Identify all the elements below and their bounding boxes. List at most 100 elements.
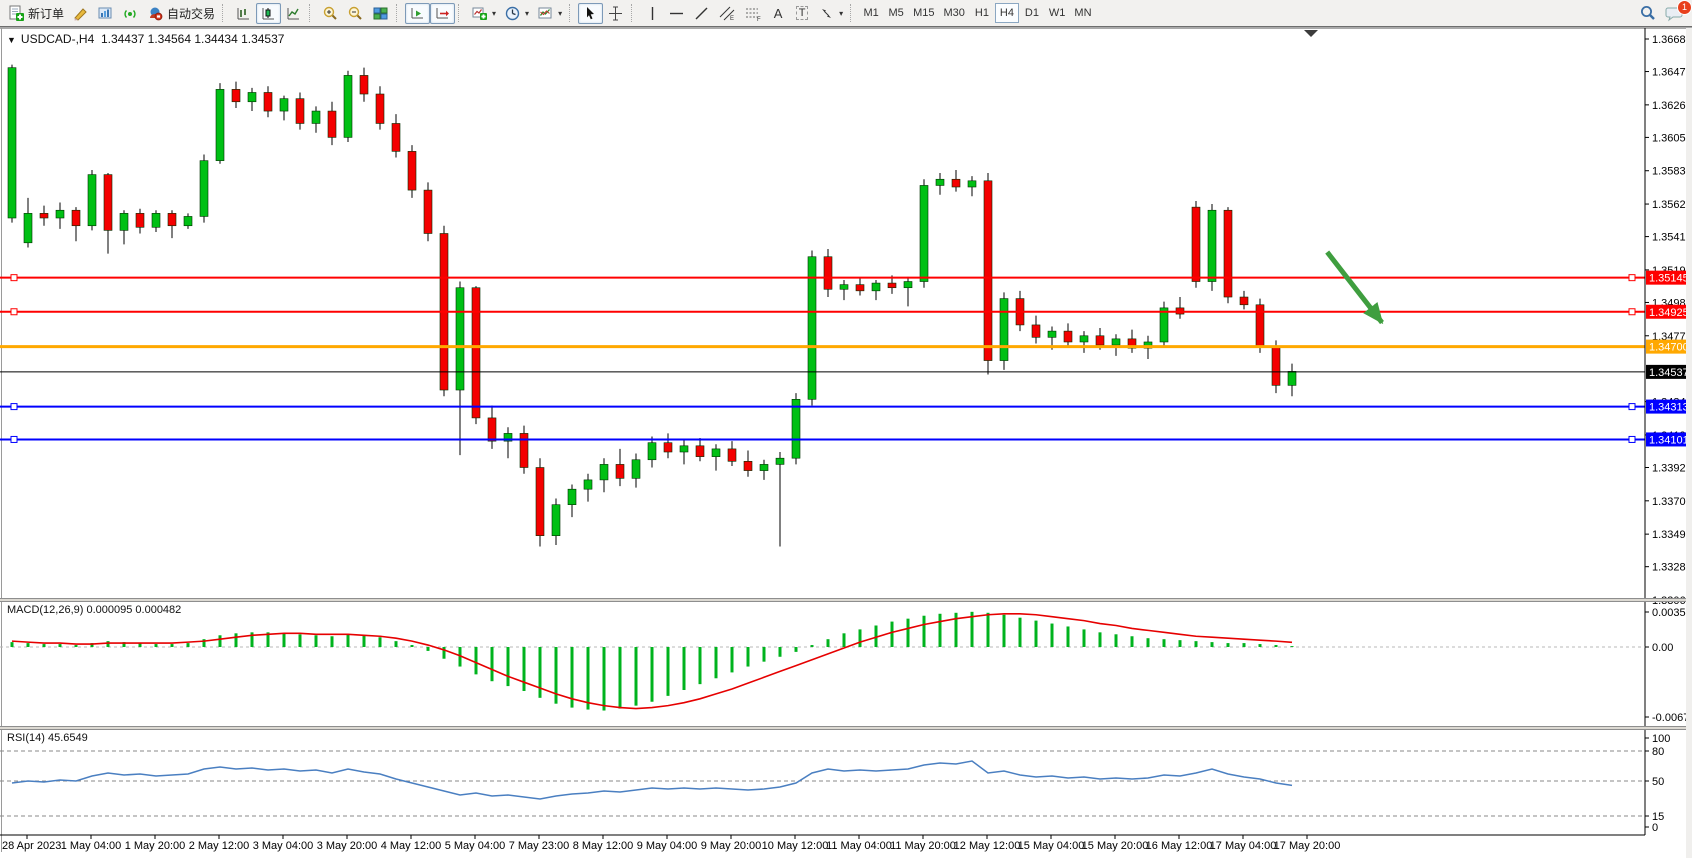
periods-button[interactable]: ▾ <box>500 3 533 24</box>
timeframe-w1-button[interactable]: W1 <box>1045 3 1070 23</box>
text-button[interactable]: A <box>766 3 790 24</box>
panel-splitter-1[interactable] <box>0 599 1692 601</box>
time-axis-label: 11 May 04:00 <box>826 840 892 852</box>
hline-handle-right[interactable] <box>1629 275 1635 281</box>
timeframe-m1-button[interactable]: M1 <box>859 3 883 23</box>
hline-handle-left[interactable] <box>11 436 17 442</box>
chart-canvas[interactable]: 1.366851.364751.362601.360501.358351.356… <box>0 0 1692 858</box>
candlestick-chart-icon <box>260 5 277 22</box>
charts-button[interactable] <box>93 3 118 24</box>
toolbar-separator <box>631 4 637 22</box>
rsi-axis-label: 100 <box>1652 733 1670 745</box>
candlestick <box>264 92 272 111</box>
candlestick <box>1112 339 1120 345</box>
candlestick <box>200 161 208 217</box>
indicators-button[interactable]: ▾ <box>467 3 500 24</box>
time-axis-label: 3 May 20:00 <box>317 840 378 852</box>
candlestick <box>984 181 992 361</box>
trendline-button[interactable] <box>689 3 714 24</box>
price-flag-label: 1.34313 <box>1649 402 1689 414</box>
notification-badge: 1 <box>1677 0 1692 15</box>
timeframe-h1-button[interactable]: H1 <box>970 3 994 23</box>
candlestick <box>824 257 832 290</box>
candlestick <box>1160 308 1168 342</box>
candlestick <box>936 179 944 185</box>
zoom-out-button[interactable] <box>343 3 368 24</box>
templates-icon <box>537 5 554 22</box>
candlestick <box>408 151 416 190</box>
candlestick <box>1224 210 1232 297</box>
candlestick <box>712 449 720 457</box>
hline-handle-right[interactable] <box>1629 309 1635 315</box>
candlestick <box>968 181 976 187</box>
toolbar-separator <box>569 4 575 22</box>
chart-shift-button[interactable] <box>430 3 455 24</box>
line-chart-button[interactable] <box>281 3 306 24</box>
timeframe-m5-button[interactable]: M5 <box>884 3 908 23</box>
hline-handle-left[interactable] <box>11 309 17 315</box>
tile-windows-button[interactable] <box>368 3 393 24</box>
candlestick <box>1080 336 1088 342</box>
fibonacci-button[interactable]: F <box>740 3 766 24</box>
chart-ohlc-values: 1.34437 1.34564 1.34434 1.34537 <box>101 32 285 46</box>
templates-button[interactable]: ▾ <box>533 3 566 24</box>
rsi-indicator-label: RSI(14) 45.6549 <box>7 732 88 744</box>
candlestick <box>296 99 304 124</box>
horizontal-line-button[interactable] <box>664 3 689 24</box>
timeframe-mn-button[interactable]: MN <box>1070 3 1095 23</box>
auto-scroll-icon <box>409 5 426 22</box>
hline-handle-left[interactable] <box>11 275 17 281</box>
auto-trading-button[interactable]: 自动交易 <box>143 3 219 24</box>
auto-trading-icon <box>147 5 164 22</box>
hline-handle-right[interactable] <box>1629 404 1635 410</box>
line-chart-icon <box>285 5 302 22</box>
crayon-button[interactable] <box>68 3 93 24</box>
equidistant-channel-button[interactable]: E <box>714 3 740 24</box>
trendline-icon <box>693 5 710 22</box>
candlestick <box>952 179 960 187</box>
timeframe-m30-button[interactable]: M30 <box>940 3 969 23</box>
auto-scroll-button[interactable] <box>405 3 430 24</box>
candlestick <box>1240 297 1248 305</box>
bar-chart-button[interactable] <box>231 3 256 24</box>
hline-handle-left[interactable] <box>11 404 17 410</box>
timeframe-m15-button[interactable]: M15 <box>909 3 938 23</box>
price-flag-label: 1.34101 <box>1649 434 1689 446</box>
vertical-line-button[interactable] <box>640 3 664 24</box>
cursor-button[interactable] <box>578 3 603 24</box>
candlestick <box>792 399 800 458</box>
hline-handle-right[interactable] <box>1629 436 1635 442</box>
new-order-button[interactable]: 新订单 <box>4 3 68 24</box>
candlestick <box>1288 371 1296 385</box>
chart-title: ▼USDCAD-,H4 1.34437 1.34564 1.34434 1.34… <box>7 32 284 46</box>
indicators-icon <box>471 5 488 22</box>
svg-text:F: F <box>757 17 761 22</box>
zoom-in-button[interactable] <box>318 3 343 24</box>
candlestick <box>888 283 896 288</box>
candlestick <box>424 190 432 233</box>
candlestick <box>856 285 864 291</box>
search-button[interactable] <box>1635 3 1661 24</box>
symbol-dropdown-arrow-icon[interactable]: ▼ <box>7 35 16 45</box>
chat-button[interactable]: 1 <box>1661 3 1688 24</box>
text-label-button[interactable]: T <box>790 3 814 24</box>
periods-clock-icon <box>504 5 521 22</box>
candlestick <box>184 216 192 225</box>
candlestick <box>72 210 80 225</box>
chart-shift-marker[interactable] <box>1304 30 1318 37</box>
toolbar-separator <box>222 4 228 22</box>
arrows-button[interactable]: ▾ <box>814 3 847 24</box>
timeframe-d1-button[interactable]: D1 <box>1020 3 1044 23</box>
candlestick <box>136 213 144 227</box>
price-flag-label: 1.35145 <box>1649 273 1689 285</box>
candlestick-chart-button[interactable] <box>256 3 281 24</box>
candlestick <box>1208 210 1216 281</box>
time-axis-label: 17 May 20:00 <box>1274 840 1341 852</box>
price-flag-label: 1.34925 <box>1649 307 1689 319</box>
panel-splitter-2[interactable] <box>0 727 1692 729</box>
signal-button[interactable] <box>118 3 143 24</box>
timeframe-h4-button[interactable]: H4 <box>995 3 1019 23</box>
crosshair-button[interactable] <box>603 3 628 24</box>
candlestick <box>152 213 160 227</box>
rsi-axis-label: 80 <box>1652 746 1664 758</box>
